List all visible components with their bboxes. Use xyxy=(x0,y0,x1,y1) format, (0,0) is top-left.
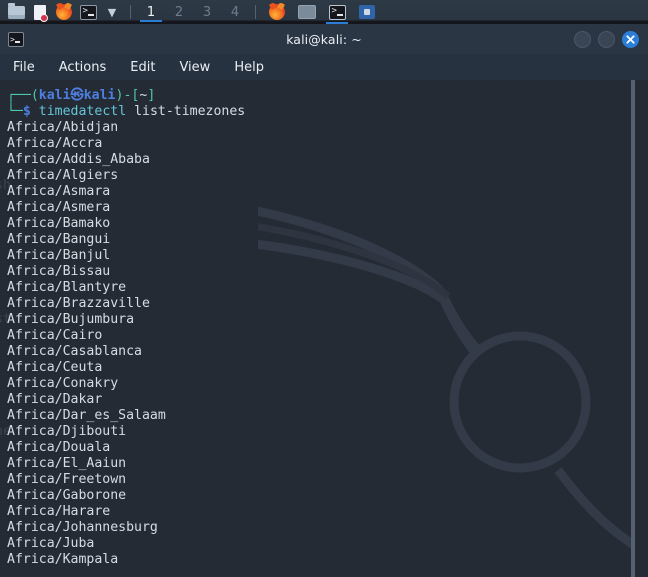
terminal-icon[interactable] xyxy=(77,2,99,22)
terminal-text-buffer: ┌──(kali㉿kali)-[~] └─$ timedatectl list-t… xyxy=(0,80,631,568)
prompt-corner-bottom: └─ xyxy=(7,104,23,119)
workspace-label: 2 xyxy=(174,4,184,20)
window-menubar: File Actions Edit View Help xyxy=(0,54,648,80)
firefox-window-button[interactable] xyxy=(264,2,290,23)
terminal-output-area[interactable]: sh st ne ┌──(kali㉿kali)-[~]└─$ timedatec… xyxy=(0,80,648,577)
timezone-line: Africa/Casablanca xyxy=(7,344,142,359)
timezone-line: Africa/Bissau xyxy=(7,264,111,279)
timezone-line: Africa/Ceuta xyxy=(7,360,103,375)
timezone-line: Africa/Bujumbura xyxy=(7,312,135,327)
minimize-button[interactable] xyxy=(574,30,591,48)
timezone-line: Africa/Dakar xyxy=(7,392,103,407)
timezone-line: Africa/Douala xyxy=(7,440,111,455)
terminal-icon xyxy=(328,4,346,20)
prompt-line-top: ┌──(kali㉿kali)-[~] xyxy=(7,88,631,104)
window-controls xyxy=(574,30,639,48)
prompt-open-paren: ( xyxy=(30,88,39,103)
workspace-label: 3 xyxy=(202,4,212,20)
terminal-glyph xyxy=(79,4,97,20)
timezone-line: Africa/Banjul xyxy=(7,248,111,263)
workspace-label: 1 xyxy=(146,4,156,20)
workspace-button-1[interactable]: 1 xyxy=(137,0,165,24)
terminal-window-button[interactable] xyxy=(324,2,350,24)
window-title: kali@kali: ~ xyxy=(286,31,362,47)
menu-file[interactable]: File xyxy=(12,58,36,77)
timezone-line: Africa/Asmara xyxy=(7,184,111,199)
document-glyph xyxy=(34,4,48,22)
app-icon xyxy=(359,5,375,19)
chevron-down-icon[interactable]: ▼ xyxy=(101,2,123,22)
folder-glyph xyxy=(7,2,25,19)
timezone-line: Africa/Harare xyxy=(7,504,111,519)
taskbar-separator-left xyxy=(130,5,131,19)
timezone-line: Africa/Bamako xyxy=(7,216,111,231)
prompt-user: kali xyxy=(38,88,71,103)
close-icon xyxy=(626,34,635,44)
timezone-line: Africa/Brazzaville xyxy=(7,296,150,311)
prompt-host: kali xyxy=(83,88,116,103)
timezone-line: Africa/Bangui xyxy=(7,232,111,247)
file-manager-icon[interactable] xyxy=(5,2,27,22)
firefox-icon[interactable] xyxy=(53,2,75,22)
text-editor-icon[interactable] xyxy=(29,2,51,22)
maximize-button[interactable] xyxy=(598,30,615,48)
prompt-line-command: └─$ timedatectl list-timezones xyxy=(7,104,631,120)
timezone-line: Africa/Gaborone xyxy=(7,488,127,503)
firefox-icon xyxy=(269,4,285,20)
prompt-dollar: $ xyxy=(22,104,31,119)
prompt-corner-top: ┌── xyxy=(7,88,31,103)
timezone-line: Africa/Djibouti xyxy=(7,424,127,439)
window-titlebar[interactable]: kali@kali: ~ xyxy=(0,24,648,54)
menu-edit[interactable]: Edit xyxy=(129,58,156,77)
chevron-glyph: ▼ xyxy=(107,5,117,19)
close-button[interactable] xyxy=(622,30,639,48)
menu-view[interactable]: View xyxy=(178,58,211,77)
prompt-bracket-close: ] xyxy=(147,88,156,103)
window-icon xyxy=(298,5,316,19)
workspace-button-4[interactable]: 4 xyxy=(221,0,249,24)
terminal-scrollbar[interactable] xyxy=(631,80,635,577)
timezone-line: Africa/Addis_Ababa xyxy=(7,152,150,167)
timezone-line: Africa/Abidjan xyxy=(7,120,119,135)
timezone-line: Africa/Algiers xyxy=(7,168,119,183)
workspace-button-3[interactable]: 3 xyxy=(193,0,221,24)
timezone-line: Africa/Juba xyxy=(7,536,95,551)
timezone-line: Africa/El_Aaiun xyxy=(7,456,127,471)
timezone-line: Africa/Asmera xyxy=(7,200,111,215)
workspace-label: 4 xyxy=(230,4,240,20)
taskbar-separator-right xyxy=(255,5,256,19)
app-window-button[interactable] xyxy=(354,2,380,23)
terminal-window: kali@kali: ~ File Actions Edit View Help xyxy=(0,24,648,577)
workspace-button-2[interactable]: 2 xyxy=(165,0,193,24)
command-args: list-timezones xyxy=(134,104,246,119)
timezone-line: Africa/Kampala xyxy=(7,552,119,567)
command-name: timedatectl xyxy=(38,104,127,119)
menu-help[interactable]: Help xyxy=(233,58,265,77)
timezone-line: Africa/Accra xyxy=(7,136,103,151)
timezone-line: Africa/Freetown xyxy=(7,472,127,487)
firefox-glyph xyxy=(56,4,72,20)
timezone-line: Africa/Johannesburg xyxy=(7,520,158,535)
timezone-line: Africa/Conakry xyxy=(7,376,119,391)
timezone-line: Africa/Dar_es_Salaam xyxy=(7,408,166,423)
menu-actions[interactable]: Actions xyxy=(58,58,108,77)
generic-window-button[interactable] xyxy=(294,2,320,23)
desktop-taskbar: ▼ 1 2 3 4 xyxy=(0,0,648,24)
prompt-at-symbol: ㉿ xyxy=(70,88,84,103)
timezone-line: Africa/Cairo xyxy=(7,328,103,343)
timezone-line: Africa/Blantyre xyxy=(7,280,127,295)
